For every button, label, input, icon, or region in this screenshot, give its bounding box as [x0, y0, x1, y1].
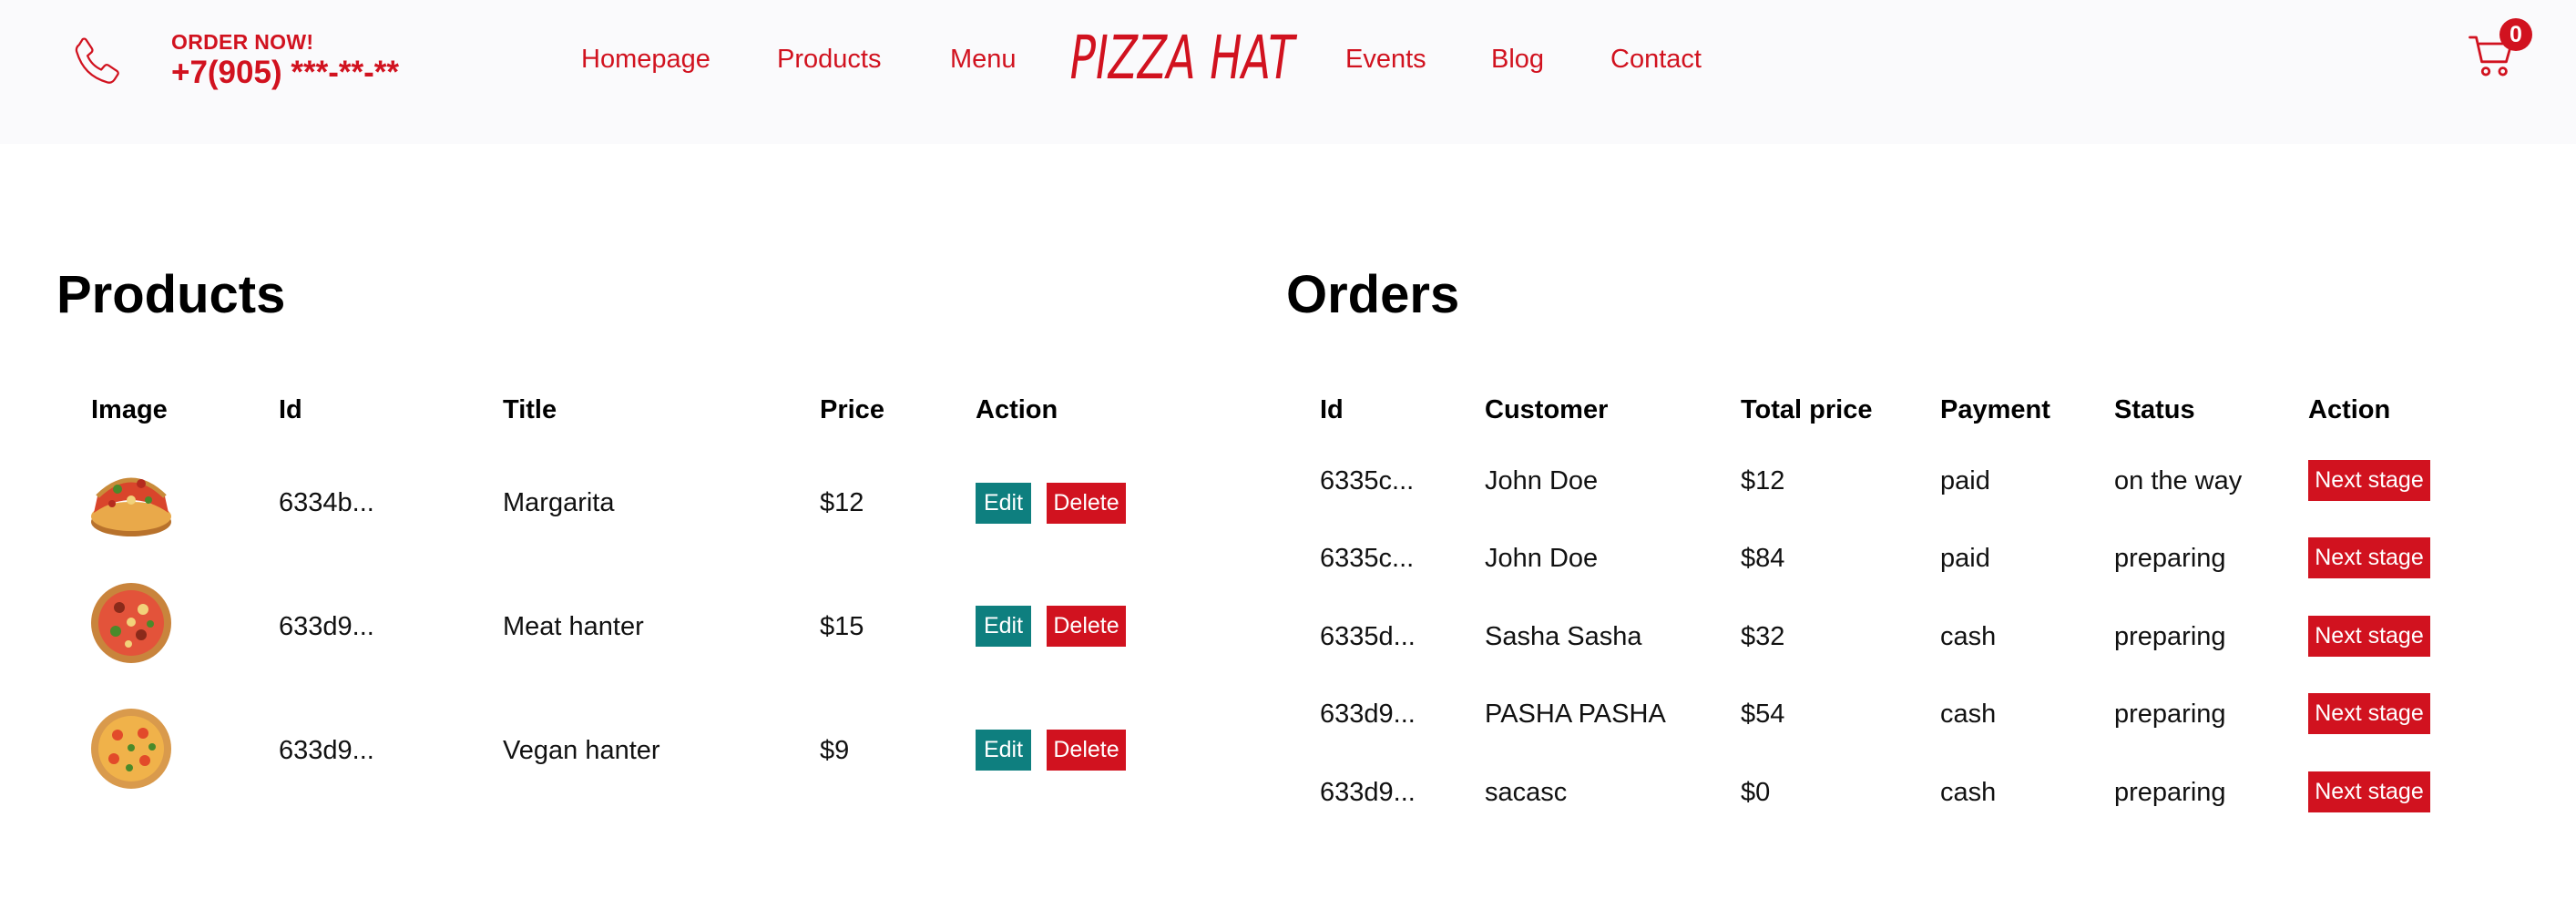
nav-products[interactable]: Products — [777, 45, 881, 75]
order-customer: John Doe — [1485, 466, 1599, 495]
order-total: $54 — [1741, 700, 1785, 729]
order-customer: sacasc — [1485, 778, 1568, 807]
product-price: $15 — [820, 612, 864, 641]
product-price: $12 — [820, 488, 864, 517]
order-total: $0 — [1741, 778, 1771, 807]
svg-text:PIZZA HAT: PIZZA HAT — [1066, 22, 1299, 89]
products-header-action: Action — [976, 395, 1058, 424]
nav-homepage[interactable]: Homepage — [581, 45, 710, 75]
cart-count-badge: 0 — [2499, 18, 2532, 51]
order-status: preparing — [2114, 622, 2226, 651]
product-id: 6334b... — [279, 488, 374, 517]
order-payment: paid — [1940, 544, 1990, 573]
order-now-label: ORDER NOW! — [171, 30, 314, 54]
product-title: Meat hanter — [503, 612, 644, 641]
edit-button[interactable]: Edit — [976, 730, 1031, 771]
orders-header-payment: Payment — [1940, 395, 2050, 424]
product-price: $9 — [820, 736, 850, 765]
nav-blog[interactable]: Blog — [1491, 45, 1544, 75]
product-id: 633d9... — [279, 612, 374, 641]
nav-contact[interactable]: Contact — [1610, 45, 1702, 75]
order-status: preparing — [2114, 700, 2226, 729]
products-header-image: Image — [91, 395, 168, 424]
next-stage-button[interactable]: Next stage — [2308, 771, 2430, 812]
next-stage-button[interactable]: Next stage — [2308, 460, 2430, 501]
pizza-image — [91, 709, 171, 789]
order-total: $12 — [1741, 466, 1785, 495]
order-id: 6335d... — [1320, 622, 1416, 651]
product-title: Vegan hanter — [503, 736, 660, 765]
order-total: $32 — [1741, 622, 1785, 651]
products-header-title: Title — [503, 395, 557, 424]
pizza-image — [91, 583, 171, 663]
products-header-id: Id — [279, 395, 302, 424]
order-payment: paid — [1940, 466, 1990, 495]
delete-button[interactable]: Delete — [1047, 730, 1126, 771]
order-status: on the way — [2114, 466, 2243, 495]
order-id: 633d9... — [1320, 700, 1416, 729]
nav-menu[interactable]: Menu — [950, 45, 1017, 75]
order-id: 6335c... — [1320, 544, 1415, 573]
order-status: preparing — [2114, 778, 2226, 807]
order-id: 633d9... — [1320, 778, 1416, 807]
order-total: $84 — [1741, 544, 1785, 573]
product-title: Margarita — [503, 488, 615, 517]
order-customer: John Doe — [1485, 544, 1599, 573]
delete-button[interactable]: Delete — [1047, 606, 1126, 647]
phone-number[interactable]: +7(905) ***-**-** — [171, 55, 399, 91]
orders-header-status: Status — [2114, 395, 2195, 424]
product-id: 633d9... — [279, 736, 374, 765]
orders-header-total-price: Total price — [1741, 395, 1873, 424]
order-customer: Sasha Sasha — [1485, 622, 1642, 651]
orders-header-id: Id — [1320, 395, 1344, 424]
order-payment: cash — [1940, 778, 1997, 807]
order-id: 6335c... — [1320, 466, 1415, 495]
pizza-hat-logo[interactable]: PIZZA HAT — [1066, 22, 1304, 89]
orders-header-customer: Customer — [1485, 395, 1609, 424]
top-navbar: ORDER NOW! +7(905) ***-**-** Homepage Pr… — [0, 0, 2576, 144]
products-header-price: Price — [820, 395, 884, 424]
nav-events[interactable]: Events — [1345, 45, 1426, 75]
phone-icon[interactable] — [66, 33, 128, 95]
order-status: preparing — [2114, 544, 2226, 573]
edit-button[interactable]: Edit — [976, 483, 1031, 524]
order-payment: cash — [1940, 700, 1997, 729]
delete-button[interactable]: Delete — [1047, 483, 1126, 524]
pizza-slice-image — [91, 477, 171, 536]
orders-header-action: Action — [2308, 395, 2391, 424]
next-stage-button[interactable]: Next stage — [2308, 537, 2430, 578]
orders-title: Orders — [1286, 265, 1460, 324]
next-stage-button[interactable]: Next stage — [2308, 693, 2430, 734]
next-stage-button[interactable]: Next stage — [2308, 616, 2430, 657]
products-title: Products — [56, 265, 286, 324]
order-payment: cash — [1940, 622, 1997, 651]
edit-button[interactable]: Edit — [976, 606, 1031, 647]
order-customer: PASHA PASHA — [1485, 700, 1666, 729]
